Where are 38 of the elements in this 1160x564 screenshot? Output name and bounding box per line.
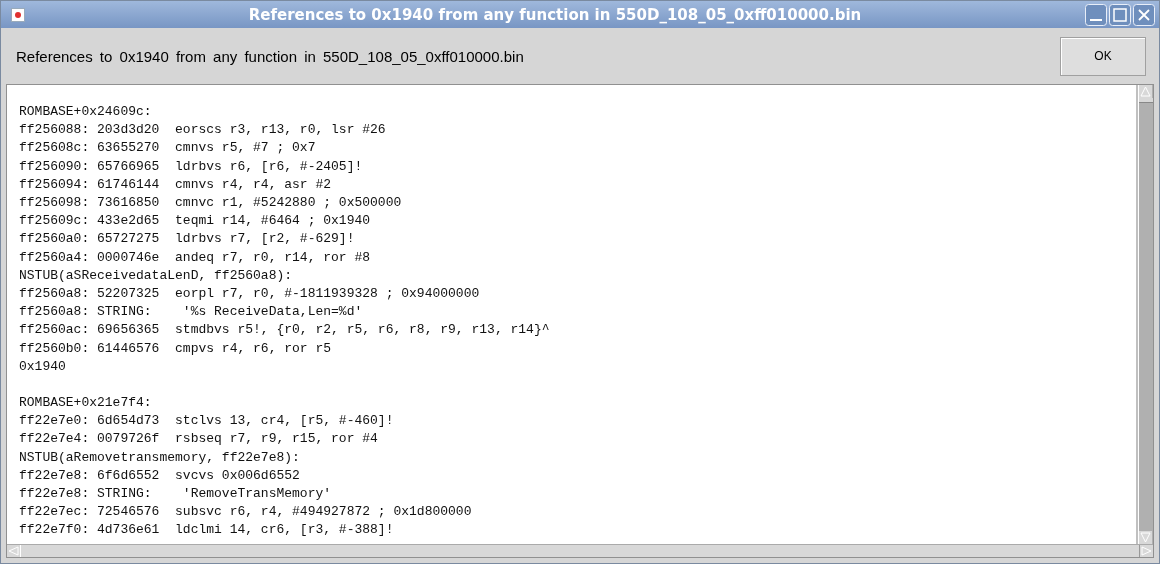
maximize-icon[interactable] (1109, 3, 1131, 26)
vertical-scrollbar[interactable] (1138, 85, 1153, 544)
code-line: ff256098: 73616850 cmnvc r1, #5242880 ; 0x500000 (19, 194, 403, 212)
code-line: ROMBASE+0x24609c: (19, 103, 153, 121)
code-line: NSTUB(aSReceivedataLenD, ff2560a8): (19, 266, 294, 285)
code-line: ff256088: 203d3d20 eorscs r3, r13, r0, lsr #26 (19, 121, 387, 140)
code-line: ff22e7e8: STRING: 'RemoveTransMemory' (19, 485, 333, 504)
horizontal-scrollbar[interactable] (7, 544, 1153, 557)
ok-button[interactable]: OK (1060, 36, 1146, 76)
code-line: 0x1940 (19, 357, 67, 376)
scroll-up-icon[interactable] (1139, 85, 1152, 98)
code-line: ff256094: 61746144 cmnvs r4, r4, asr #2 (19, 175, 333, 194)
scroll-thumb[interactable] (1139, 98, 1153, 103)
code-line: NSTUB(aRemovetransmemory, ff22e7e8): (19, 448, 301, 467)
code-line: ff22e7e8: 6f6d6552 svcvs 0x006d6552 (19, 466, 301, 485)
code-line: ff256090: 65766965 ldrbvs r6, [r6, #-2405]! (19, 157, 364, 176)
dialog-message: References to 0x1940 from any function in 550D_108_05_0xff010000.bin (16, 47, 524, 65)
code-line: ff22e7f0: 4d736e61 ldclmi 14, cr6, [r3, #-388]! (19, 521, 395, 540)
close-icon[interactable] (1133, 3, 1155, 26)
code-line: ff25609c: 433e2d65 teqmi r14, #6464 ; 0x1940 (19, 212, 372, 231)
code-line: ff2560a8: STRING: '%s ReceiveData,Len=%d' (19, 303, 364, 322)
code-line: ff25608c: 63655270 cmnvs r5, #7 ; 0x7 (19, 139, 317, 158)
code-line: ff2560ac: 69656365 stmdbvs r5!, {r0, r2, r5, r6, r8, r9, r13, r14}^ (19, 321, 551, 340)
scroll-right-icon[interactable] (1140, 545, 1153, 557)
app-icon (11, 7, 25, 22)
scroll-down-icon[interactable] (1139, 531, 1152, 544)
code-line: ff22e7e0: 6d654d73 stclvs 13, cr4, [r5, #-460]! (19, 412, 395, 431)
code-line: ff2560a8: 52207325 eorpl r7, r0, #-1811939328 ; 0x94000000 (19, 285, 481, 304)
code-line: ff22e7ec: 72546576 subsvc r6, r4, #494927872 ; 0x1d800000 (19, 503, 473, 522)
minimize-icon[interactable] (1085, 3, 1107, 26)
scroll-left-icon[interactable] (7, 545, 20, 557)
code-line: ff2560a0: 65727275 ldrbvs r7, [r2, #-629]! (19, 230, 356, 249)
window-title: References to 0x1940 from any function in 550D_108_05_0xff010000.bin (247, 5, 863, 24)
code-line: ROMBASE+0x21e7f4: (19, 394, 153, 413)
code-line: ff2560a4: 0000746e andeq r7, r0, r14, ror #8 (19, 248, 372, 267)
code-line: ff2560b0: 61446576 cmpvs r4, r6, ror r5 (19, 339, 333, 358)
text-area[interactable] (7, 85, 1138, 544)
code-line: ff22e7e4: 0079726f rsbseq r7, r9, r15, ror #4 (19, 430, 379, 449)
